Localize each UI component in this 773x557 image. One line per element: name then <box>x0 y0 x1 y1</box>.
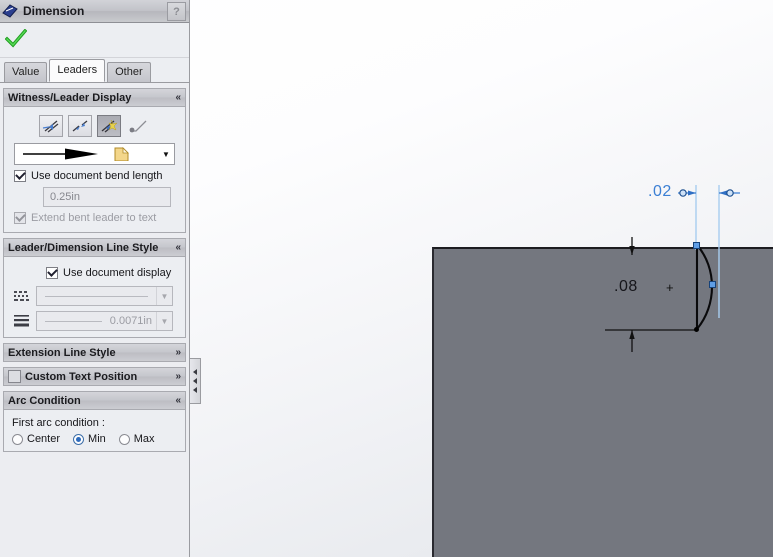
leader-dimension-line-style-body: Use document display ▼ 0.0071in ▼ <box>4 257 185 337</box>
custom-text-position-group: Custom Text Position » <box>3 367 186 386</box>
line-style-combo[interactable]: ▼ <box>36 286 173 306</box>
chevron-down-icon[interactable]: » <box>175 371 181 382</box>
tab-other[interactable]: Other <box>107 62 151 82</box>
extend-bent-leader-row[interactable]: Extend bent leader to text <box>8 207 181 226</box>
collapse-arrow-icon <box>193 369 197 375</box>
chevron-up-icon[interactable]: « <box>175 395 181 406</box>
extension-line-style-header[interactable]: Extension Line Style » <box>4 344 185 361</box>
line-style-preview <box>45 295 148 297</box>
arc-midpoint-handle[interactable] <box>709 281 716 288</box>
arc-condition-min-option[interactable]: Min <box>73 433 106 445</box>
arc-condition-center-option[interactable]: Center <box>12 433 60 445</box>
model-body-face[interactable] <box>432 247 773 557</box>
panel-title: Dimension <box>23 4 85 18</box>
chevron-up-icon[interactable]: « <box>175 242 181 253</box>
witness-leader-display-title: Witness/Leader Display <box>8 91 132 104</box>
panel-splitter-handle[interactable] <box>190 358 201 404</box>
witness-leader-display-group: Witness/Leader Display « ▼ Use document … <box>3 88 186 233</box>
use-document-bend-length-row[interactable]: Use document bend length <box>8 165 181 184</box>
dimension-08-text[interactable]: .08 <box>614 278 638 296</box>
extension-line-style-title: Extension Line Style <box>8 346 116 359</box>
arc-condition-max-radio[interactable] <box>118 433 130 445</box>
extend-bent-leader-label: Extend bent leader to text <box>31 212 157 224</box>
use-document-display-row[interactable]: Use document display <box>8 262 181 281</box>
tab-leaders[interactable]: Leaders <box>49 59 106 82</box>
property-manager-panel: Dimension ? Value Leaders Other Witness/… <box>0 0 190 557</box>
bent-leader-button[interactable] <box>126 115 150 137</box>
line-thickness-preview <box>45 320 102 322</box>
line-thickness-value: 0.0071in <box>109 315 152 327</box>
leader-dimension-line-style-header[interactable]: Leader/Dimension Line Style « <box>4 239 185 257</box>
arrow-style-combo[interactable]: ▼ <box>14 143 175 165</box>
chevron-down-icon[interactable]: ▼ <box>156 312 172 330</box>
dimension-02-text[interactable]: .02 <box>648 183 672 201</box>
panel-titlebar: Dimension ? <box>0 0 189 23</box>
witness-line-button-row <box>8 112 181 139</box>
bend-length-input[interactable]: 0.25in <box>43 187 171 207</box>
dim-02-arrow-right <box>719 190 727 196</box>
chevron-up-icon[interactable]: « <box>175 92 181 103</box>
dim-02-handle-right <box>726 189 734 197</box>
extension-line-style-group: Extension Line Style » <box>3 343 186 362</box>
solid-arrowhead-icon <box>15 147 158 161</box>
arc-condition-center-radio[interactable] <box>12 433 23 445</box>
arc-condition-center-label: Center <box>27 433 61 445</box>
chevron-down-icon[interactable]: » <box>175 347 181 358</box>
arc-condition-max-option[interactable]: Max <box>118 433 155 445</box>
arc-condition-max-label: Max <box>133 433 155 445</box>
leader-dimension-line-style-group: Leader/Dimension Line Style « Use docume… <box>3 238 186 338</box>
custom-text-position-title: Custom Text Position <box>25 370 138 383</box>
confirm-bar <box>0 23 189 58</box>
green-check-icon[interactable] <box>5 29 27 49</box>
witness-leader-display-body: ▼ Use document bend length 0.25in Extend… <box>4 107 185 232</box>
arc-condition-min-label: Min <box>88 433 106 445</box>
outside-witness-lines-button[interactable] <box>39 115 63 137</box>
leader-dimension-line-style-title: Leader/Dimension Line Style <box>8 241 159 254</box>
line-style-row: ▼ <box>12 286 173 306</box>
use-document-display-checkbox[interactable] <box>46 267 58 279</box>
use-document-bend-length-label: Use document bend length <box>31 170 163 182</box>
arc-condition-min-radio[interactable] <box>73 433 85 445</box>
use-document-display-label: Use document display <box>63 267 172 279</box>
collapse-arrow-icon <box>193 378 197 384</box>
arc-condition-group: Arc Condition « First arc condition : Ce… <box>3 391 186 452</box>
dim-02-arrow-left <box>688 190 696 196</box>
arc-condition-header[interactable]: Arc Condition « <box>4 392 185 410</box>
first-arc-condition-label: First arc condition : <box>12 417 105 429</box>
line-style-icon <box>12 286 32 306</box>
custom-text-position-header[interactable]: Custom Text Position » <box>4 368 185 385</box>
dimension-icon <box>2 4 18 18</box>
inside-witness-lines-button[interactable] <box>68 115 92 137</box>
use-document-bend-length-checkbox[interactable] <box>14 170 26 182</box>
line-thickness-icon <box>12 311 32 331</box>
smart-witness-lines-button[interactable] <box>97 115 121 137</box>
arc-condition-title: Arc Condition <box>8 394 81 407</box>
chevron-down-icon[interactable]: ▼ <box>158 150 174 159</box>
collapse-arrow-icon <box>193 387 197 393</box>
tab-strip: Value Leaders Other <box>0 58 189 83</box>
line-thickness-combo[interactable]: 0.0071in ▼ <box>36 311 173 331</box>
chevron-down-icon[interactable]: ▼ <box>156 287 172 305</box>
dim-02-handle-left <box>679 189 687 197</box>
extend-bent-leader-checkbox[interactable] <box>14 212 26 224</box>
custom-text-position-checkbox[interactable] <box>8 370 21 383</box>
arc-condition-body: First arc condition : Center Min Max <box>4 410 185 451</box>
center-mark-icon: + <box>666 280 674 295</box>
arc-endpoint-bottom[interactable] <box>694 327 699 332</box>
help-button[interactable]: ? <box>167 2 186 21</box>
arc-condition-radio-group: Center Min Max <box>8 433 181 445</box>
witness-leader-display-header[interactable]: Witness/Leader Display « <box>4 89 185 107</box>
line-thickness-row: 0.0071in ▼ <box>12 311 173 331</box>
arc-endpoint-handle-top[interactable] <box>693 242 700 249</box>
tab-value[interactable]: Value <box>4 62 48 82</box>
